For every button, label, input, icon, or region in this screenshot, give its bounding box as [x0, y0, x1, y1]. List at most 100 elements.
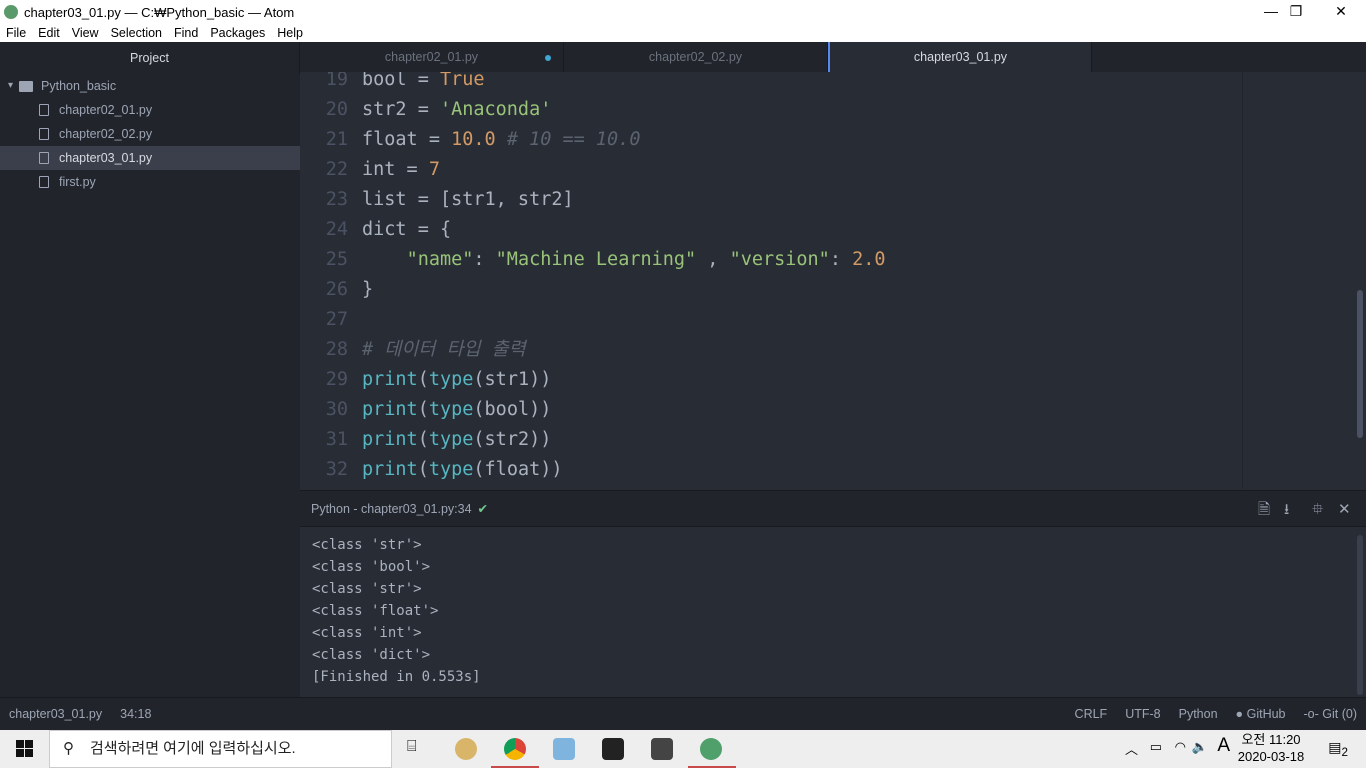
- code-token: (: [417, 369, 429, 390]
- code-line[interactable]: 29 print(type(str1)): [300, 365, 1240, 395]
- status-github[interactable]: ● GitHub: [1236, 698, 1286, 731]
- file-first[interactable]: first.py: [0, 170, 300, 194]
- maximize-button[interactable]: ❐: [1273, 0, 1319, 24]
- notification-center-icon[interactable]: ▤2: [1328, 739, 1348, 759]
- menu-find[interactable]: Find: [174, 26, 198, 40]
- tab-chapter02-02[interactable]: chapter02_02.py: [564, 42, 828, 72]
- code-line[interactable]: 32 print(type(float)): [300, 455, 1240, 485]
- code-token: True: [439, 72, 485, 90]
- line-number: 28: [325, 339, 348, 360]
- code-line[interactable]: 30 print(type(bool)): [300, 395, 1240, 425]
- calculator-icon[interactable]: [651, 738, 673, 760]
- code-line[interactable]: 23 list = [str1, str2]: [300, 185, 1240, 215]
- code-token: "Machine Learning": [495, 249, 697, 270]
- code-line[interactable]: 26}: [300, 275, 1240, 305]
- code-token: print: [362, 459, 418, 480]
- scroll-down-icon[interactable]: ⭳: [1284, 491, 1289, 528]
- volume-icon[interactable]: 🔈: [1192, 739, 1208, 755]
- modified-dot-icon: [545, 55, 551, 61]
- script-output: <class 'str'> <class 'bool'> <class 'str…: [300, 527, 1366, 697]
- project-header: Project: [0, 42, 300, 74]
- menu-help[interactable]: Help: [277, 26, 303, 40]
- close-panel-icon[interactable]: ✕: [1338, 491, 1351, 528]
- code-token: int =: [362, 159, 429, 180]
- github-icon: ●: [1235, 707, 1244, 721]
- code-token: print: [362, 369, 418, 390]
- editor-scrollbar[interactable]: [1357, 290, 1363, 438]
- tab-chapter03-01[interactable]: chapter03_01.py: [828, 42, 1092, 72]
- line-number: 19: [325, 72, 348, 90]
- tab-chapter02-01[interactable]: chapter02_01.py: [300, 42, 564, 72]
- code-line[interactable]: 20 str2 = 'Anaconda': [300, 95, 1240, 125]
- menu-selection[interactable]: Selection: [111, 26, 162, 40]
- code-line[interactable]: 22 int = 7: [300, 155, 1240, 185]
- code-line[interactable]: 25 "name": "Machine Learning" , "version…: [300, 245, 1240, 275]
- clock[interactable]: 오전 11:20 2020-03-18: [1236, 731, 1306, 765]
- tab-bar: chapter02_01.py chapter02_02.py chapter0…: [300, 42, 1366, 72]
- windows-start-icon[interactable]: [16, 740, 33, 757]
- code-line[interactable]: 19 bool = True: [300, 72, 1240, 95]
- ime-indicator[interactable]: A: [1217, 735, 1230, 757]
- github-label: GitHub: [1246, 707, 1286, 721]
- code-editor[interactable]: 19 bool = True 20 str2 = 'Anaconda' 21 float …: [300, 72, 1242, 489]
- code-token: (bool)): [473, 399, 552, 420]
- search-icon: ⚲: [63, 740, 74, 757]
- menu-file[interactable]: File: [6, 26, 26, 40]
- output-line: <class 'float'>: [312, 603, 439, 619]
- file-label: chapter02_02.py: [59, 127, 153, 141]
- line-number: 23: [325, 189, 348, 210]
- paint-app-icon[interactable]: [455, 738, 477, 760]
- status-cursor[interactable]: 34:18: [120, 707, 151, 721]
- line-number: 21: [325, 129, 348, 150]
- copy-output-icon[interactable]: 🗎: [1258, 491, 1270, 528]
- taskbar-search-box[interactable]: ⚲ 검색하려면 여기에 입력하십시오.: [49, 730, 392, 768]
- file-chapter02-01[interactable]: chapter02_01.py: [0, 98, 300, 122]
- file-icon: [39, 128, 49, 140]
- code-line[interactable]: 27: [300, 305, 1240, 335]
- code-line[interactable]: 21 float = 10.0 # 10 == 10.0: [300, 125, 1240, 155]
- file-icon: [39, 152, 49, 164]
- status-file[interactable]: chapter03_01.py: [9, 707, 102, 721]
- code-token: 'Anaconda': [439, 99, 552, 120]
- code-token: :: [829, 249, 853, 270]
- file-chapter02-02[interactable]: chapter02_02.py: [0, 122, 300, 146]
- tray-chevron-up-icon[interactable]: ︿: [1125, 739, 1138, 758]
- store-icon[interactable]: [602, 738, 624, 760]
- file-chapter03-01[interactable]: chapter03_01.py: [0, 146, 300, 170]
- status-encoding[interactable]: UTF-8: [1125, 698, 1160, 731]
- line-number: 32: [325, 459, 348, 480]
- menu-edit[interactable]: Edit: [38, 26, 60, 40]
- status-line-ending[interactable]: CRLF: [1075, 698, 1108, 731]
- chrome-icon[interactable]: [504, 738, 526, 760]
- folder-python-basic[interactable]: ▾ Python_basic: [0, 74, 300, 98]
- code-line[interactable]: 28 # 데이터 타입 출력: [300, 335, 1240, 365]
- code-token: # 데이터 타입 출력: [362, 339, 526, 360]
- notepad-icon[interactable]: [553, 738, 575, 760]
- wifi-icon[interactable]: ◠: [1175, 739, 1186, 755]
- output-line: [Finished in 0.553s]: [312, 669, 481, 685]
- code-token: ,: [696, 249, 730, 270]
- clock-date: 2020-03-18: [1237, 749, 1305, 764]
- menu-view[interactable]: View: [72, 26, 99, 40]
- resize-panel-icon[interactable]: ⯐: [1312, 491, 1323, 528]
- task-view-icon[interactable]: ⌸: [407, 738, 417, 756]
- atom-taskbar-icon[interactable]: [700, 738, 722, 760]
- menu-packages[interactable]: Packages: [210, 26, 265, 40]
- close-button[interactable]: ✕: [1318, 0, 1364, 24]
- code-line[interactable]: 31 print(type(str2)): [300, 425, 1240, 455]
- code-token: list = [str1, str2]: [362, 189, 574, 210]
- status-git[interactable]: -o- Git (0): [1304, 698, 1358, 731]
- git-commit-icon: -o-: [1303, 707, 1319, 721]
- code-line[interactable]: 24 dict = {: [300, 215, 1240, 245]
- code-token: float =: [362, 129, 452, 150]
- battery-icon[interactable]: ▭: [1150, 739, 1162, 755]
- code-token: "name": [406, 249, 474, 270]
- project-sidebar: Project ▾ Python_basic chapter02_01.py c…: [0, 42, 300, 697]
- code-token: dict = {: [362, 219, 452, 240]
- code-token: 10.0: [451, 129, 496, 150]
- output-scrollbar[interactable]: [1357, 535, 1363, 695]
- status-grammar[interactable]: Python: [1179, 698, 1218, 731]
- editor-gutter-right: [1242, 72, 1366, 489]
- chevron-down-icon: ▾: [8, 80, 14, 91]
